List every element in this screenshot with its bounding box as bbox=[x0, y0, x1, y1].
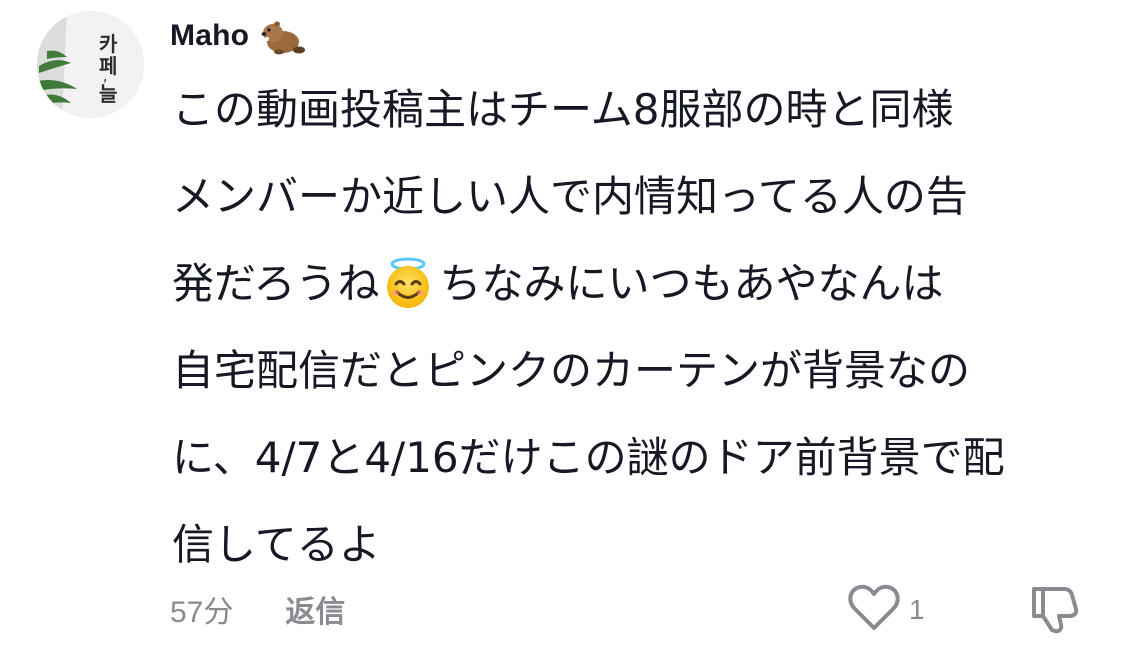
comment-line-5: に、4/7と4/16だけこの謎のドア前背景で配 bbox=[172, 433, 1005, 482]
comment-line-4: 自宅配信だとピンクのカーテンが背景なの bbox=[172, 346, 971, 395]
comment-line-3-prefix: 発だろうね bbox=[172, 259, 380, 308]
username[interactable]: Maho bbox=[170, 19, 249, 53]
like-button[interactable]: 1 bbox=[847, 584, 925, 636]
comment-line-3: 発だろうね ちなみにいつもあやなんは bbox=[172, 240, 1102, 327]
comment-author-row: Maho bbox=[170, 14, 306, 58]
comment-footer: 57分 返信 bbox=[170, 584, 345, 634]
dislike-button[interactable] bbox=[1028, 585, 1080, 635]
smiling-face-with-halo-icon bbox=[381, 252, 435, 308]
thumbs-down-icon[interactable] bbox=[1028, 585, 1080, 635]
comment-line-1: この動画投稿主はチーム8服部の時と同様 bbox=[172, 85, 954, 134]
svg-text:페: 페 bbox=[99, 54, 117, 78]
heart-icon[interactable] bbox=[847, 584, 901, 636]
cafe-sign-avatar: 카 페 , 늘 bbox=[37, 11, 144, 118]
avatar[interactable]: 카 페 , 늘 bbox=[37, 11, 144, 118]
comment-text: この動画投稿主はチーム8服部の時と同様 メンバーか近しい人で内情知ってる人の告 … bbox=[172, 66, 1102, 588]
reply-button[interactable]: 返信 bbox=[285, 587, 345, 631]
like-count: 1 bbox=[909, 594, 925, 625]
beaver-icon bbox=[259, 16, 306, 56]
comment-line-3-suffix: ちなみにいつもあやなんは bbox=[439, 259, 944, 308]
svg-text:카: 카 bbox=[99, 32, 118, 56]
comment-line-6: 信してるよ bbox=[172, 520, 381, 569]
svg-text:늘: 늘 bbox=[99, 82, 117, 106]
comment-line-2: メンバーか近しい人で内情知ってる人の告 bbox=[172, 172, 968, 221]
comment-timestamp: 57分 bbox=[170, 596, 234, 629]
